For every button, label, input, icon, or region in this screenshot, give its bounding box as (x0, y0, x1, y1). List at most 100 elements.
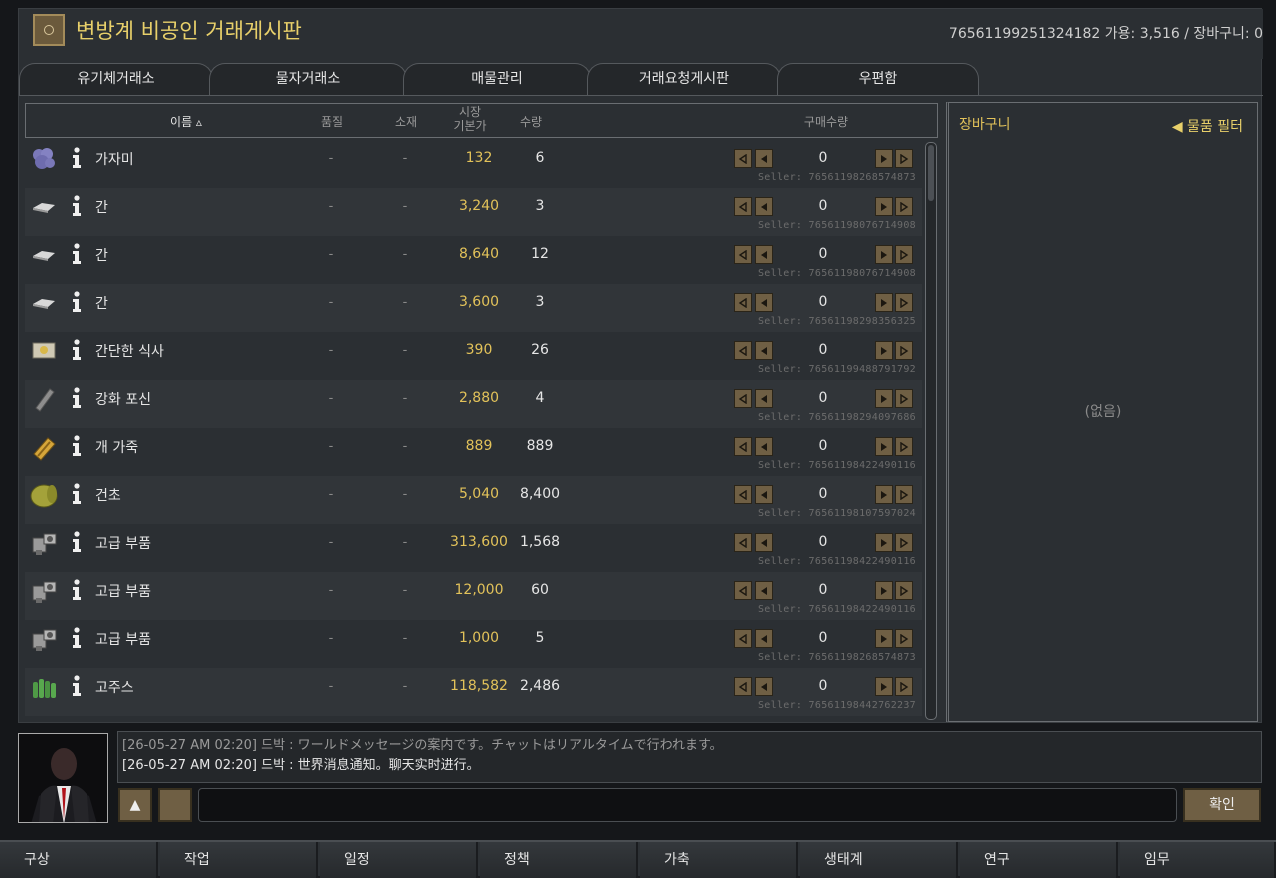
decrease-max-button[interactable] (734, 437, 752, 456)
table-row[interactable]: 건초 - -5,040 8,400 0 Seller: 76561198107597024 (25, 476, 922, 524)
decrease-max-button[interactable] (734, 533, 752, 552)
increase-button[interactable] (875, 533, 893, 552)
chat-scroll-up-button[interactable]: ▲ (118, 788, 152, 822)
increase-button[interactable] (875, 629, 893, 648)
header-qty[interactable]: 수량 (511, 113, 551, 130)
increase-max-button[interactable] (895, 581, 913, 600)
increase-max-button[interactable] (895, 533, 913, 552)
tab-goods-exchange[interactable]: 물자거래소 (209, 63, 407, 95)
tab-trade-request-board[interactable]: 거래요청게시판 (587, 63, 781, 95)
decrease-button[interactable] (755, 197, 773, 216)
increase-max-button[interactable] (895, 485, 913, 504)
info-icon[interactable] (70, 531, 84, 553)
increase-button[interactable] (875, 485, 893, 504)
decrease-max-button[interactable] (734, 677, 752, 696)
decrease-max-button[interactable] (734, 389, 752, 408)
table-row[interactable]: 간 - -3,600 3 0 Seller: 76561198298356325 (25, 284, 922, 332)
info-icon[interactable] (70, 627, 84, 649)
bottom-tab-schedule[interactable]: 일정 (320, 842, 478, 878)
table-row[interactable]: 강화 포신 - -2,880 4 0 Seller: 76561198294097686 (25, 380, 922, 428)
bottom-tab-research[interactable]: 연구 (960, 842, 1118, 878)
tab-listing-management[interactable]: 매물관리 (403, 63, 591, 95)
table-row[interactable]: 고주스 - -118,582 2,486 0 Seller: 76561198442762… (25, 668, 922, 716)
increase-max-button[interactable] (895, 341, 913, 360)
buy-count[interactable]: 0 (803, 678, 843, 694)
decrease-max-button[interactable] (734, 197, 752, 216)
info-icon[interactable] (70, 483, 84, 505)
chat-confirm-button[interactable]: 확인 (1183, 788, 1261, 822)
buy-count[interactable]: 0 (803, 150, 843, 166)
info-icon[interactable] (70, 387, 84, 409)
tab-organism-exchange[interactable]: 유기체거래소 (19, 63, 213, 95)
decrease-button[interactable] (755, 533, 773, 552)
item-filter-toggle[interactable]: ◀ 물품 필터 (1172, 116, 1243, 136)
chat-channel-button[interactable] (158, 788, 192, 822)
increase-button[interactable] (875, 245, 893, 264)
buy-count[interactable]: 0 (803, 246, 843, 262)
decrease-max-button[interactable] (734, 629, 752, 648)
info-icon[interactable] (70, 339, 84, 361)
table-row[interactable]: 간 - -3,240 3 0 Seller: 76561198076714908 (25, 188, 922, 236)
table-row[interactable]: 가자미 - -132 6 0 Seller: 76561198268574873 (25, 140, 922, 188)
decrease-button[interactable] (755, 245, 773, 264)
info-icon[interactable] (70, 291, 84, 313)
bottom-tab-quests[interactable]: 임무 (1120, 842, 1276, 878)
table-row[interactable]: 간 - -8,640 12 0 Seller: 76561198076714908 (25, 236, 922, 284)
info-icon[interactable] (70, 147, 84, 169)
increase-button[interactable] (875, 437, 893, 456)
decrease-button[interactable] (755, 437, 773, 456)
buy-count[interactable]: 0 (803, 630, 843, 646)
decrease-max-button[interactable] (734, 485, 752, 504)
decrease-button[interactable] (755, 581, 773, 600)
table-row[interactable]: 개 가죽 - -889 889 0 Seller: 76561198422490116 (25, 428, 922, 476)
increase-max-button[interactable] (895, 389, 913, 408)
decrease-max-button[interactable] (734, 245, 752, 264)
header-price[interactable]: 시장 기본가 (440, 105, 500, 133)
decrease-button[interactable] (755, 341, 773, 360)
bottom-tab-animals[interactable]: 가축 (640, 842, 798, 878)
table-row[interactable]: 고급 부품 - -12,000 60 0 Seller: 7656119842249011… (25, 572, 922, 620)
tab-mailbox[interactable]: 우편함 (777, 63, 979, 95)
info-icon[interactable] (70, 435, 84, 457)
increase-button[interactable] (875, 197, 893, 216)
chat-input[interactable] (198, 788, 1177, 822)
decrease-max-button[interactable] (734, 581, 752, 600)
increase-max-button[interactable] (895, 245, 913, 264)
decrease-button[interactable] (755, 293, 773, 312)
buy-count[interactable]: 0 (803, 486, 843, 502)
decrease-button[interactable] (755, 485, 773, 504)
header-name[interactable]: 이름 ▵ (156, 113, 216, 130)
bottom-tab-wildlife[interactable]: 생태계 (800, 842, 958, 878)
increase-max-button[interactable] (895, 149, 913, 168)
buy-count[interactable]: 0 (803, 438, 843, 454)
table-row[interactable]: 고급 부품 - -313,600 1,568 0 Seller: 765611984224… (25, 524, 922, 572)
decrease-button[interactable] (755, 149, 773, 168)
increase-button[interactable] (875, 149, 893, 168)
header-quality[interactable]: 품질 (312, 113, 352, 130)
buy-count[interactable]: 0 (803, 294, 843, 310)
bottom-tab-work[interactable]: 작업 (160, 842, 318, 878)
header-stuff[interactable]: 소재 (386, 113, 426, 130)
increase-button[interactable] (875, 581, 893, 600)
list-scrollbar[interactable] (925, 142, 937, 720)
table-row[interactable]: 간단한 식사 - -390 26 0 Seller: 76561199488791792 (25, 332, 922, 380)
info-icon[interactable] (70, 579, 84, 601)
info-icon[interactable] (70, 243, 84, 265)
increase-max-button[interactable] (895, 293, 913, 312)
info-icon[interactable] (70, 195, 84, 217)
decrease-button[interactable] (755, 677, 773, 696)
decrease-button[interactable] (755, 629, 773, 648)
info-icon[interactable] (70, 675, 84, 697)
increase-button[interactable] (875, 293, 893, 312)
scrollbar-thumb[interactable] (928, 145, 934, 201)
decrease-button[interactable] (755, 389, 773, 408)
decrease-max-button[interactable] (734, 293, 752, 312)
increase-button[interactable] (875, 677, 893, 696)
buy-count[interactable]: 0 (803, 582, 843, 598)
bottom-tab-policies[interactable]: 정책 (480, 842, 638, 878)
increase-button[interactable] (875, 341, 893, 360)
increase-max-button[interactable] (895, 629, 913, 648)
bottom-tab-architect[interactable]: 구상 (0, 842, 158, 878)
increase-button[interactable] (875, 389, 893, 408)
table-row[interactable]: 고급 부품 - -1,000 5 0 Seller: 76561198268574873 (25, 620, 922, 668)
